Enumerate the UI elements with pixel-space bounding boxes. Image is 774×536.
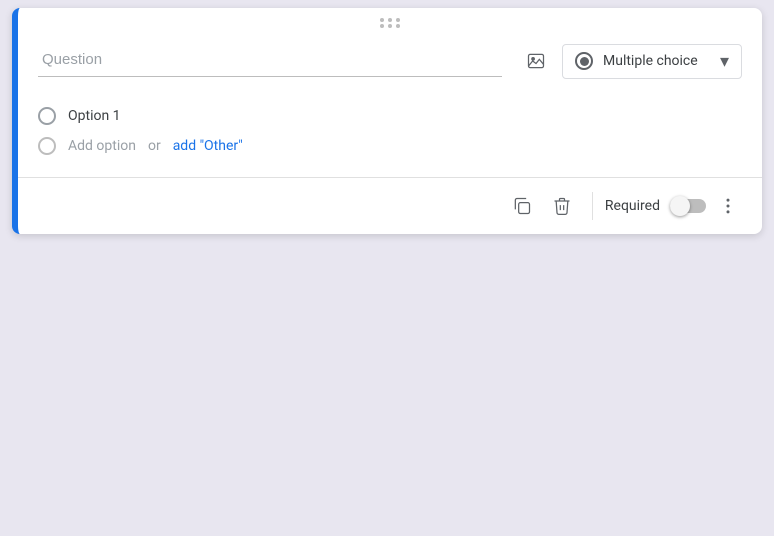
copy-button[interactable]	[504, 188, 540, 224]
or-text: or	[148, 138, 161, 154]
add-option-radio-placeholder	[38, 137, 56, 155]
drag-dots-icon	[378, 14, 402, 33]
option-row: Option 1	[38, 101, 742, 131]
delete-icon	[552, 196, 572, 216]
required-label: Required	[605, 198, 660, 214]
add-image-button[interactable]	[518, 43, 554, 79]
add-option-text[interactable]: Add option	[68, 138, 136, 154]
drag-handle[interactable]	[18, 8, 762, 35]
copy-icon	[512, 196, 532, 216]
question-input[interactable]	[38, 43, 502, 77]
question-type-label: Multiple choice	[603, 53, 710, 69]
image-icon	[526, 51, 546, 71]
top-right: Multiple choice ▾	[518, 35, 742, 79]
add-other-link[interactable]: add "Other"	[173, 138, 243, 154]
toggle-thumb	[670, 196, 690, 216]
chevron-down-icon: ▾	[720, 51, 729, 72]
bottom-toolbar: Required	[18, 178, 762, 234]
add-option-row: Add option or add "Other"	[38, 131, 742, 161]
option-label: Option 1	[68, 108, 121, 124]
required-toggle[interactable]	[670, 196, 706, 216]
top-row: Multiple choice ▾	[38, 35, 742, 89]
more-vert-icon	[718, 196, 738, 216]
option-radio-button[interactable]	[38, 107, 56, 125]
card-body: Multiple choice ▾ Option 1 Add option or…	[18, 35, 762, 169]
delete-button[interactable]	[544, 188, 580, 224]
question-area	[38, 35, 502, 85]
more-options-button[interactable]	[710, 188, 746, 224]
question-card: Multiple choice ▾ Option 1 Add option or…	[12, 8, 762, 234]
question-type-selector[interactable]: Multiple choice ▾	[562, 44, 742, 79]
toolbar-vertical-divider	[592, 192, 593, 220]
multiple-choice-radio-icon	[575, 52, 593, 70]
options-area: Option 1 Add option or add "Other"	[38, 89, 742, 169]
required-section: Required	[605, 196, 706, 216]
